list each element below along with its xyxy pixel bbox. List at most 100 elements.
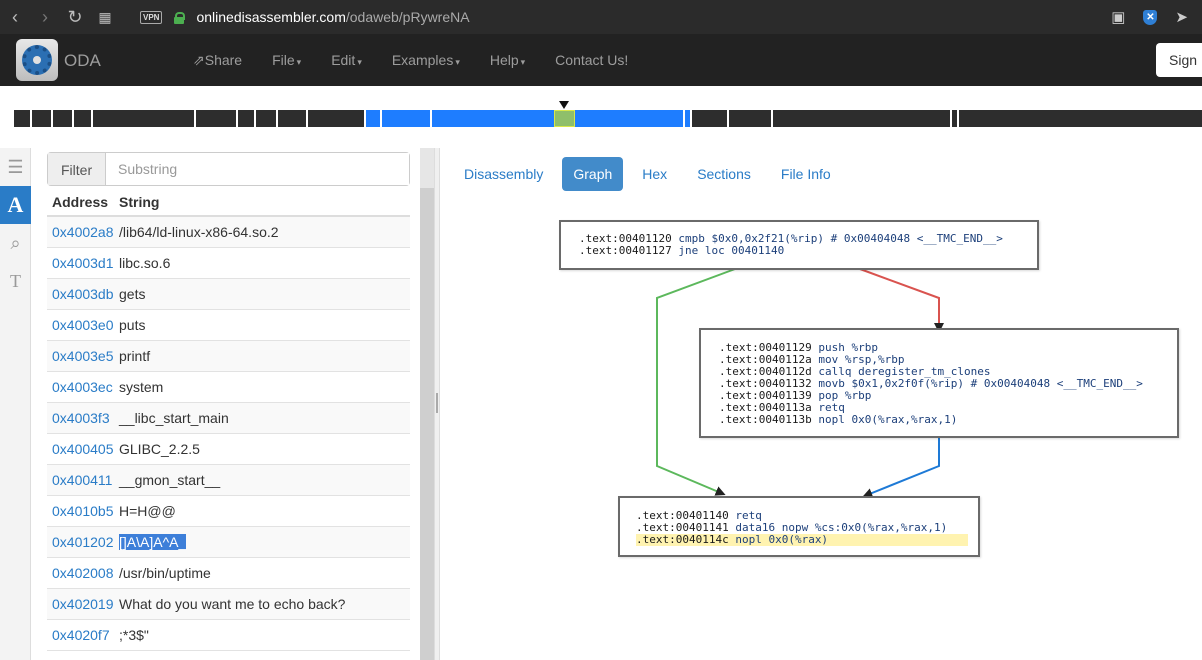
back-icon[interactable]: ‹ [0,7,30,28]
column-header-string[interactable]: String [119,194,159,215]
overview-code-segment[interactable] [432,110,554,127]
overview-current-segment[interactable] [554,110,575,127]
overview-segment[interactable] [196,110,236,127]
string-address-link[interactable]: 0x4002a8 [47,224,119,240]
overview-segment[interactable] [256,110,276,127]
table-row[interactable]: 0x4003db gets [47,279,410,310]
text-tool-icon[interactable]: T [0,262,31,300]
overview-code-segment[interactable] [366,110,380,127]
table-row[interactable]: 0x400411 __gmon_start__ [47,465,410,496]
string-value: /usr/bin/uptime [119,565,211,581]
caret-down-icon: ▾ [455,57,460,67]
speed-dial-icon[interactable]: ▦ [90,9,120,26]
string-address-link[interactable]: 0x4003f3 [47,410,119,426]
string-address-link[interactable]: 0x400405 [47,441,119,457]
sign-in-button[interactable]: Sign [1156,43,1202,77]
send-icon[interactable]: ➤ [1175,8,1188,26]
asm-instruction: nopl 0x0(%rax) [735,533,829,546]
table-row[interactable]: 0x4003e0 puts [47,310,410,341]
column-header-address[interactable]: Address [47,194,119,215]
table-row[interactable]: 0x402019 What do you want me to echo back… [47,589,410,620]
camera-icon[interactable]: ▣ [1111,8,1125,26]
table-row[interactable]: 0x4003d1 libc.so.6 [47,248,410,279]
filter-group: Filter [47,152,410,186]
vpn-badge[interactable]: VPN [140,10,163,24]
strings-icon[interactable]: A [0,186,31,224]
table-row[interactable]: 0x4003e5 printf [47,341,410,372]
string-address-link[interactable]: 0x4010b5 [47,503,119,519]
string-address-link[interactable]: 0x4003ec [47,379,119,395]
menu-help[interactable]: Help ▾ [490,52,525,69]
string-address-link[interactable]: 0x401202 [47,534,119,550]
menu-share-label: Share [204,52,243,68]
string-address-link[interactable]: 0x4003e5 [47,348,119,364]
overview-segment[interactable] [278,110,306,127]
table-row[interactable]: 0x400405 GLIBC_2.2.5 [47,434,410,465]
string-address-link[interactable]: 0x4003d1 [47,255,119,271]
graph-node-401129[interactable]: .text:00401129 push %rbp .text:0040112a m… [699,328,1179,438]
strings-panel: Filter Address String 0x4002a8/lib64/ld-… [40,148,420,660]
oda-logo[interactable] [16,39,58,81]
overview-bar[interactable] [14,110,1202,127]
string-address-link[interactable]: 0x4003db [47,286,119,302]
overview-segment[interactable] [773,110,950,127]
overview-segment[interactable] [93,110,194,127]
overview-segment[interactable] [14,110,30,127]
overview-segment[interactable] [952,110,957,127]
string-address-link[interactable]: 0x400411 [47,472,119,488]
overview-segment[interactable] [32,110,51,127]
string-value: GLIBC_2.2.5 [119,441,200,457]
string-value: __gmon_start__ [119,472,221,488]
overview-code-segment[interactable] [685,110,690,127]
list-icon[interactable]: ☰ [0,148,31,186]
url-path: /odaweb/pRywreNA [345,9,470,25]
main-view: Disassembly Graph Hex Sections File Info… [440,148,1202,660]
string-address-link[interactable]: 0x402019 [47,596,119,612]
lock-icon[interactable] [174,11,186,24]
brand-name[interactable]: ODA [64,51,101,71]
search-icon[interactable]: ⌕ [0,224,31,262]
asm-line[interactable]: .text:0040113b nopl 0x0(%rax,%rax,1) [719,414,1177,426]
overview-code-segment[interactable] [575,110,683,127]
caret-down-icon: ▾ [357,57,362,67]
overview-segment[interactable] [53,110,72,127]
asm-address: .text:0040113b [719,413,812,426]
main-menu: ⇗Share File ▾ Edit ▾ Examples ▾ Help ▾ Conta… [193,52,658,69]
overview-segment[interactable] [74,110,91,127]
table-row[interactable]: 0x4003ec system [47,372,410,403]
menu-edit[interactable]: Edit ▾ [331,52,362,69]
graph-node-401140[interactable]: .text:00401140 retq .text:00401141 data16… [618,496,980,557]
overview-segment[interactable] [238,110,254,127]
string-value: puts [119,317,146,333]
table-row[interactable]: 0x4020f7 ;*3$" [47,620,410,651]
table-row[interactable]: 0x402008/usr/bin/uptime [47,558,410,589]
string-address-link[interactable]: 0x4003e0 [47,317,119,333]
graph-node-401120[interactable]: .text:00401120 cmpb $0x0,0x2f21(%rip) # … [559,220,1039,270]
forward-icon[interactable]: › [30,7,60,28]
table-row[interactable]: 0x4002a8/lib64/ld-linux-x86-64.so.2 [47,217,410,248]
strings-scrollbar[interactable] [420,148,434,660]
address-bar[interactable]: onlinedisassembler.com/odaweb/pRywreNA [196,9,469,25]
overview-segment[interactable] [308,110,364,127]
overview-segment[interactable] [692,110,727,127]
string-value: What do you want me to echo back? [119,596,346,612]
menu-contact[interactable]: Contact Us! [555,52,628,69]
table-row[interactable]: 0x401202 []A\A]A^A_ [47,527,410,558]
filter-input[interactable] [106,153,409,185]
menu-share[interactable]: ⇗Share [193,52,242,69]
shield-icon[interactable]: ✕ [1143,9,1158,25]
asm-line[interactable]: .text:00401127 jne loc 00401140 [579,245,1037,257]
scrollbar-thumb[interactable] [420,188,434,660]
string-address-link[interactable]: 0x402008 [47,565,119,581]
menu-file[interactable]: File ▾ [272,52,301,69]
asm-line[interactable]: .text:0040114c nopl 0x0(%rax) [636,534,968,546]
reload-icon[interactable]: ↻ [60,7,90,28]
table-row[interactable]: 0x4010b5 H=H@@ [47,496,410,527]
overview-segment[interactable] [729,110,771,127]
string-address-link[interactable]: 0x4020f7 [47,627,119,643]
menu-examples[interactable]: Examples ▾ [392,52,460,69]
overview-code-segment[interactable] [382,110,430,127]
filter-label: Filter [48,153,106,185]
overview-segment[interactable] [959,110,1202,127]
table-row[interactable]: 0x4003f3 __libc_start_main [47,403,410,434]
